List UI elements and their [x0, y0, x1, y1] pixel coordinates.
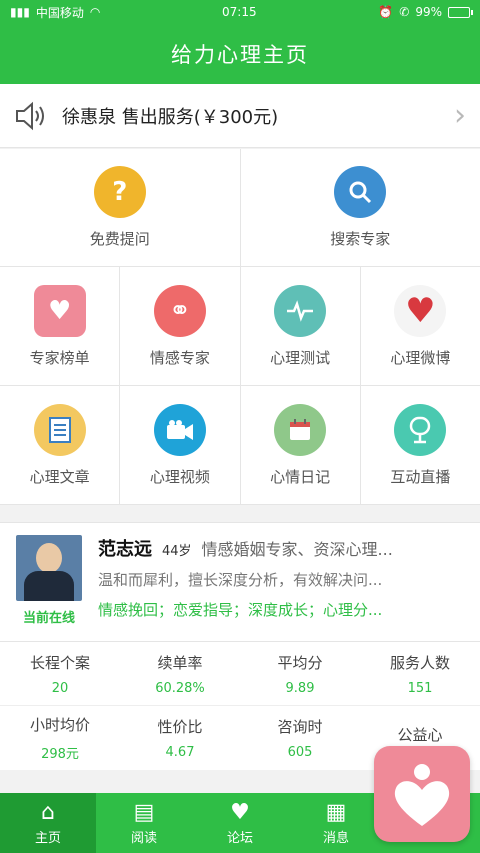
grid-item-label: 免费提问 [89, 230, 150, 248]
grid-item-label: 心理文章 [29, 467, 90, 486]
page-title: 给力心理主页 [171, 43, 309, 67]
notice-bar[interactable]: 徐惠泉 售出服务(￥300元) › [0, 84, 480, 148]
stat-label: 长程个案 [29, 653, 90, 672]
expert-title: 情感婚姻专家、资深心理... [201, 540, 393, 559]
alarm-icon: ⏰ [378, 5, 394, 19]
notice-text: 徐惠泉 售出服务(￥300元) [62, 106, 279, 128]
grid-item-label: 搜索专家 [330, 230, 391, 248]
feature-grid: ? 免费提问 搜索专家 ♥ 专家榜单 ⚭ 情感专家 心理测试 ♥ 心理微博 心理… [0, 149, 480, 505]
signal-icon: ▮▮▮ [10, 5, 30, 19]
speaker-icon [16, 101, 44, 130]
nav-label: 消息 [322, 830, 349, 846]
nav-label: 阅读 [130, 830, 157, 846]
question-icon: ? [93, 166, 146, 218]
couple-icon: ⚭ [153, 284, 206, 337]
expert-age: 44岁 [162, 544, 192, 559]
nav-read[interactable]: ▤ 阅读 [96, 793, 192, 853]
grid-item-expert-ranking[interactable]: ♥ 专家榜单 [0, 267, 121, 385]
floating-heart-button[interactable] [374, 746, 470, 842]
grid-item-psych-video[interactable]: 心理视频 [120, 386, 241, 504]
stat-value: 151 [407, 680, 433, 696]
forum-icon: ♥ [230, 799, 250, 825]
expert-name: 范志远 [98, 539, 152, 560]
heart-person-icon: ♥ [33, 284, 86, 337]
stat-label: 公益心 [397, 725, 443, 744]
nav-forum[interactable]: ♥ 论坛 [192, 793, 288, 853]
stat-value: 4.67 [165, 745, 195, 760]
grid-item-label: 心理微博 [390, 348, 451, 367]
expert-description: 温和而犀利，擅长深度分析，有效解决问... [98, 571, 383, 589]
stat-value: 298元 [41, 747, 79, 762]
grid-item-label: 心理测试 [270, 348, 331, 367]
call-icon: ✆ [399, 5, 410, 19]
stat-label: 咨询时 [277, 718, 323, 736]
message-icon: ▦ [325, 799, 347, 825]
carrier-label: 中国移动 [35, 5, 84, 20]
heart-icon: ♥ [394, 284, 447, 337]
grid-item-label: 情感专家 [149, 348, 210, 367]
expert-card[interactable]: 当前在线 范志远 44岁 情感婚姻专家、资深心理... 温和而犀利，擅长深度分析… [0, 522, 480, 770]
home-icon: ⌂ [41, 799, 55, 825]
nav-home[interactable]: ⌂ 主页 [0, 793, 96, 853]
top-bar: ▮▮▮ 中国移动 ◠ 07:15 ⏰ ✆ 99% 给力心理主页 [0, 0, 480, 84]
stat-value: 20 [51, 680, 69, 696]
heart-person-icon [394, 764, 450, 826]
grid-item-emotion-expert[interactable]: ⚭ 情感专家 [120, 267, 241, 385]
video-icon [153, 403, 206, 456]
grid-item-label: 心情日记 [270, 467, 331, 486]
book-icon: ▤ [133, 799, 155, 825]
avatar[interactable] [16, 535, 82, 601]
grid-item-label: 心理视频 [149, 467, 210, 486]
heartbeat-icon [274, 284, 327, 337]
microphone-icon [394, 403, 447, 456]
nav-label: 主页 [34, 830, 61, 846]
grid-item-live[interactable]: 互动直播 [361, 386, 480, 504]
chevron-right-icon: › [454, 98, 466, 133]
grid-item-psych-test[interactable]: 心理测试 [241, 267, 361, 385]
stat-label: 性价比 [157, 718, 203, 736]
search-icon [334, 166, 387, 218]
battery-percent: 99% [415, 5, 442, 19]
article-icon [33, 403, 86, 456]
grid-item-label: 互动直播 [390, 467, 451, 486]
stat-label: 小时均价 [29, 716, 90, 734]
clock: 07:15 [222, 5, 257, 19]
expert-tags: 情感挽回；恋爱指导；深度成长；心理分... [98, 601, 383, 619]
nav-messages[interactable]: ▦ 消息 [288, 793, 384, 853]
stat-label: 续单率 [157, 653, 203, 672]
calendar-icon [274, 403, 327, 456]
grid-item-free-question[interactable]: ? 免费提问 [0, 149, 241, 266]
stat-label: 服务人数 [389, 653, 450, 672]
stat-value: 60.28% [155, 680, 205, 696]
online-status: 当前在线 [22, 611, 75, 626]
stat-value: 9.89 [285, 680, 315, 696]
grid-item-search-expert[interactable]: 搜索专家 [241, 149, 480, 266]
grid-item-psych-article[interactable]: 心理文章 [0, 386, 121, 504]
stat-value: 605 [287, 745, 313, 760]
grid-item-psych-weibo[interactable]: ♥ 心理微博 [361, 267, 480, 385]
grid-item-mood-diary[interactable]: 心情日记 [241, 386, 361, 504]
nav-label: 论坛 [226, 830, 253, 846]
stat-label: 平均分 [277, 653, 323, 672]
status-bar: ▮▮▮ 中国移动 ◠ 07:15 ⏰ ✆ 99% [0, 0, 480, 24]
grid-item-label: 专家榜单 [29, 348, 90, 367]
battery-icon [448, 6, 473, 18]
wifi-icon: ◠ [89, 5, 101, 19]
